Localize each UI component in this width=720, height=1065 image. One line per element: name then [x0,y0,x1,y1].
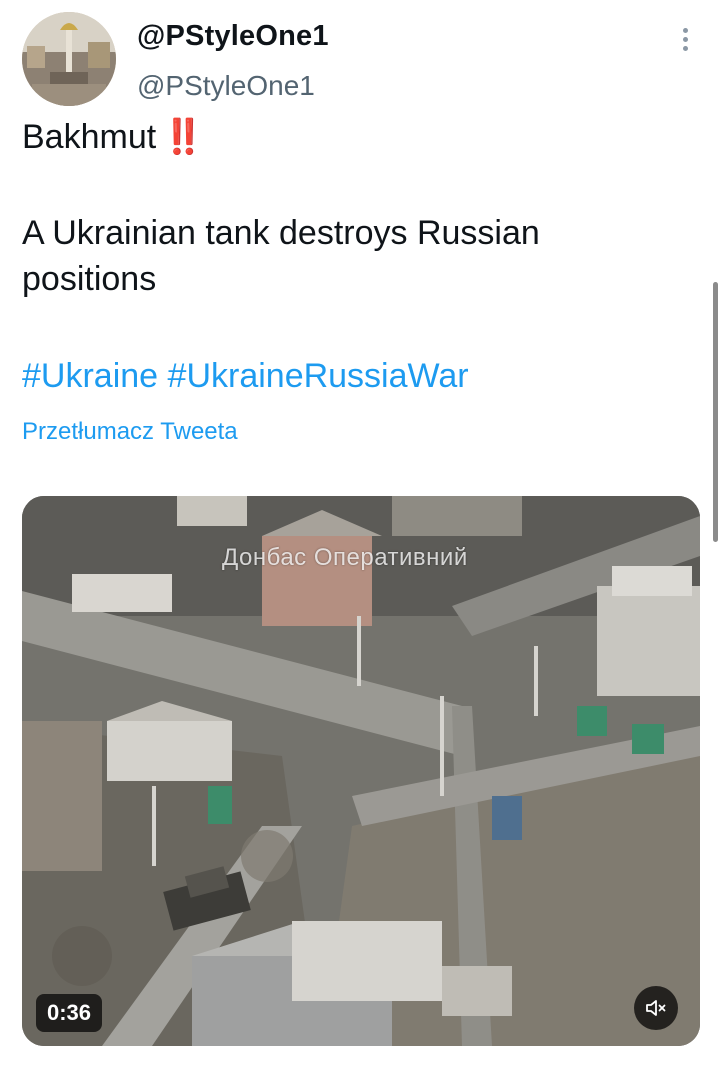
video-player[interactable]: Донбас Оперативний 0:36 [22,496,700,1046]
tweet-text-location: Bakhmut [22,118,157,156]
more-options-button[interactable] [670,24,700,54]
avatar-image [22,12,116,106]
hashtag-ukraine[interactable]: #Ukraine [22,357,158,395]
volume-muted-icon [646,1000,666,1016]
video-watermark: Донбас Оперативний [222,544,468,571]
video-duration-badge: 0:36 [36,994,103,1032]
hashtags: #Ukraine #UkraineRussiaWar [22,353,469,399]
mute-toggle-button[interactable] [634,986,678,1030]
double-exclamation-icon: ‼️ [162,118,204,156]
avatar[interactable] [22,12,116,106]
translate-tweet-link[interactable]: Przetłumacz Tweeta [22,418,238,446]
more-vertical-icon [682,27,688,33]
video-frame [22,496,700,1046]
author-handle[interactable]: @PStyleOne1 [137,70,315,102]
page-scrollbar[interactable] [713,282,718,542]
tweet-text-line2: A Ukrainian tank destroys Russian positi… [22,214,540,298]
tweet-text-line1: Bakhmut ‼️ [22,114,682,160]
hashtag-ukrainerussiawar[interactable]: #UkraineRussiaWar [168,357,469,395]
author-display-name[interactable]: @PStyleOne1 [137,20,329,53]
